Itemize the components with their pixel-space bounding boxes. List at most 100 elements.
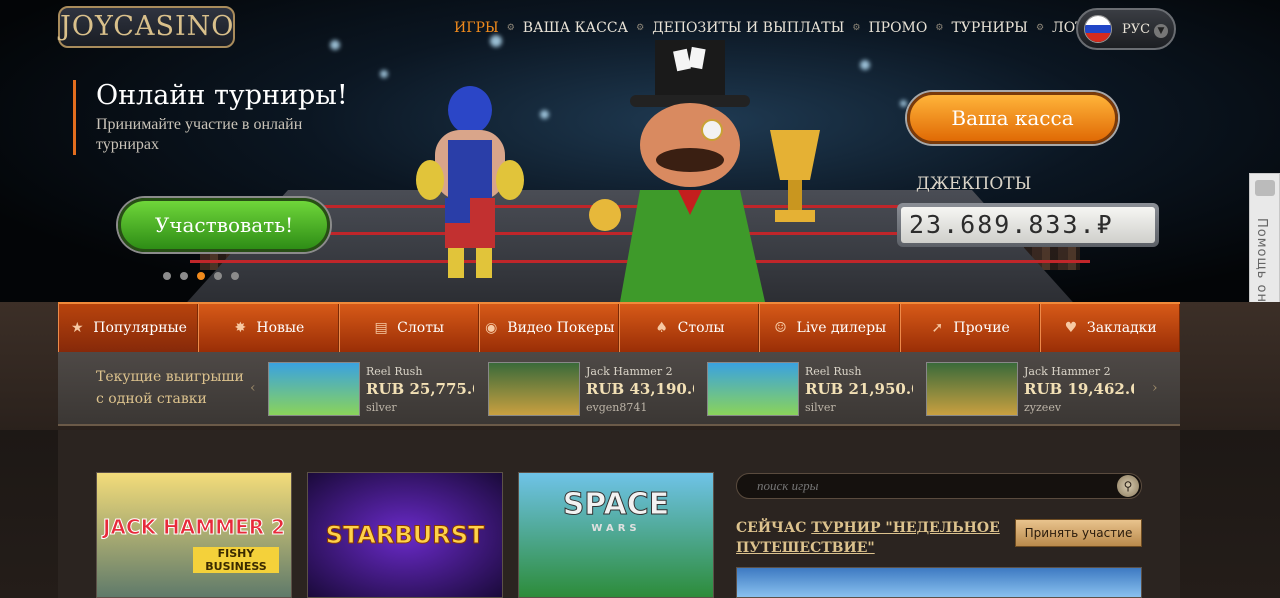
category-label: Прочие — [953, 320, 1010, 336]
hero-banner: JOYCASINO ИГРЫ ⚙ ВАША КАССА ⚙ ДЕПОЗИТЫ И… — [0, 0, 1280, 302]
promo-title: Онлайн турниры! — [96, 80, 348, 111]
nav-separator: ⚙ — [636, 23, 645, 33]
chevron-right-icon[interactable]: › — [1152, 380, 1158, 396]
game-tile-jack-hammer-2[interactable]: JACK HAMMER 2 FISHY BUSINESS — [96, 472, 292, 598]
nav-item-deposits[interactable]: ДЕПОЗИТЫ И ВЫПЛАТЫ — [646, 20, 850, 36]
win-user: evgen8741 — [586, 401, 648, 414]
win-game-name: Jack Hammer 2 — [1024, 365, 1111, 378]
game-tile-title: SPACE — [562, 487, 670, 523]
wrestler-illustration — [416, 86, 524, 278]
nav-item-tournaments[interactable]: ТУРНИРЫ — [945, 20, 1034, 36]
win-game-name: Reel Rush — [805, 365, 862, 378]
participate-button[interactable]: Участвовать! — [118, 198, 330, 252]
category-popular[interactable]: ★ Популярные — [58, 304, 199, 352]
nav-item-cashier[interactable]: ВАША КАССА — [517, 20, 634, 36]
game-tile-title: JACK HAMMER 2 — [102, 515, 286, 540]
jackpot-counter: 23.689.833.₽ — [897, 203, 1159, 247]
win-user: zyzeev — [1024, 401, 1062, 414]
ruble-icon: ₽ — [1096, 210, 1114, 239]
spotlight — [490, 35, 502, 47]
win-amount: RUB 19,462.65 — [1024, 380, 1134, 398]
game-tile-starburst[interactable]: STARBURST — [307, 472, 503, 598]
logo[interactable]: JOYCASINO — [58, 6, 235, 48]
category-slots[interactable]: ▤ Слоты — [338, 304, 479, 352]
game-thumbnail — [926, 362, 1018, 416]
category-bar: ★ Популярные ✸ Новые ▤ Слоты ◉ Видео Покеры … — [58, 302, 1180, 352]
category-label: Видео Покеры — [507, 320, 615, 336]
language-selector[interactable]: РУС ▼ — [1076, 8, 1176, 50]
chip-icon: ◉ — [485, 320, 498, 336]
win-item[interactable]: Jack Hammer 2 RUB 43,190.00 evgen8741 — [488, 362, 694, 418]
category-other[interactable]: ➚ Прочие — [899, 304, 1040, 352]
game-search: ⚲ — [736, 473, 1142, 499]
main-nav: ИГРЫ ⚙ ВАША КАССА ⚙ ДЕПОЗИТЫ И ВЫПЛАТЫ ⚙… — [448, 20, 1132, 36]
win-game-name: Reel Rush — [366, 365, 423, 378]
dealer-icon: ☺ — [774, 320, 787, 336]
category-label: Live дилеры — [796, 320, 887, 336]
cards-icon: ♠ — [655, 320, 668, 336]
category-tables[interactable]: ♠ Столы — [619, 304, 760, 352]
search-icon[interactable]: ⚲ — [1117, 475, 1139, 497]
win-item[interactable]: Jack Hammer 2 RUB 19,462.65 zyzeev — [926, 362, 1134, 418]
game-thumbnail — [707, 362, 799, 416]
jackpot-value: 23.689.833. — [909, 210, 1097, 239]
nav-separator: ⚙ — [506, 23, 515, 33]
tournament-prefix: СЕЙЧАС — [736, 520, 807, 536]
game-thumbnail — [488, 362, 580, 416]
win-item[interactable]: Reel Rush RUB 21,950.00 silver — [707, 362, 913, 418]
language-code: РУС — [1122, 21, 1151, 37]
nav-item-promo[interactable]: ПРОМО — [862, 20, 933, 36]
cashier-button-label: Ваша касса — [951, 106, 1074, 130]
category-bookmarks[interactable]: ♥ Закладки — [1039, 304, 1180, 352]
search-input[interactable] — [757, 478, 1097, 494]
game-tile-tag: WARS — [591, 523, 641, 534]
win-amount: RUB 25,775.00 — [366, 380, 474, 398]
game-tile-tag: FISHY BUSINESS — [193, 547, 279, 573]
win-user: silver — [805, 401, 836, 414]
spotlight — [860, 60, 870, 70]
join-tournament-button[interactable]: Принять участие — [1015, 519, 1142, 547]
recent-wins-bar: Текущие выигрыши с одной ставки ‹ Reel R… — [58, 352, 1180, 426]
participate-button-label: Участвовать! — [154, 213, 294, 237]
win-item[interactable]: Reel Rush RUB 25,775.00 evgen8741 silver — [268, 362, 474, 418]
slider-dot[interactable] — [163, 272, 171, 280]
chevron-down-icon[interactable]: ▼ — [1154, 24, 1168, 38]
win-amount: RUB 21,950.00 — [805, 380, 913, 398]
cashier-button[interactable]: Ваша касса — [907, 92, 1118, 144]
nav-separator: ⚙ — [852, 23, 861, 33]
game-tile-title: STARBURST — [325, 521, 485, 550]
game-thumbnail — [268, 362, 360, 416]
win-amount: RUB 43,190.00 — [586, 380, 694, 398]
category-video-poker[interactable]: ◉ Видео Покеры — [478, 304, 619, 352]
tournament-banner-image[interactable] — [736, 567, 1142, 598]
spotlight — [330, 40, 340, 50]
win-user: silver — [366, 401, 397, 414]
category-live-dealers[interactable]: ☺ Live дилеры — [759, 304, 900, 352]
category-label: Популярные — [93, 320, 187, 336]
slider-dot[interactable] — [180, 272, 188, 280]
slider-dot[interactable] — [231, 272, 239, 280]
game-tile-space-wars[interactable]: SPACE WARS — [518, 472, 714, 598]
jackpot-label: ДЖЕКПОТЫ — [916, 174, 1032, 194]
promo-block: Онлайн турниры! Принимайте участие в онл… — [73, 80, 353, 155]
category-label: Закладки — [1086, 320, 1157, 336]
star-icon: ★ — [71, 320, 84, 336]
category-new[interactable]: ✸ Новые — [198, 304, 339, 352]
tournament-info: СЕЙЧАС ТУРНИР "НЕДЕЛЬНОЕ ПУТЕШЕСТВИЕ" — [736, 518, 1006, 558]
win-game-name: Jack Hammer 2 — [586, 365, 673, 378]
slider-dots — [163, 272, 239, 280]
category-label: Слоты — [397, 320, 445, 336]
spotlight — [380, 70, 388, 78]
mascot-illustration — [589, 40, 820, 302]
nav-item-games[interactable]: ИГРЫ — [448, 20, 505, 36]
recent-wins-label: Текущие выигрыши с одной ставки — [96, 369, 244, 407]
slider-dot-active[interactable] — [197, 272, 205, 280]
slider-dot[interactable] — [214, 272, 222, 280]
spotlight — [540, 110, 549, 119]
join-tournament-label: Принять участие — [1024, 526, 1133, 540]
chevron-left-icon[interactable]: ‹ — [250, 380, 256, 396]
spotlight — [900, 100, 907, 107]
new-badge-icon: ✸ — [234, 320, 247, 336]
chat-icon — [1254, 180, 1275, 196]
category-label: Новые — [256, 320, 305, 336]
